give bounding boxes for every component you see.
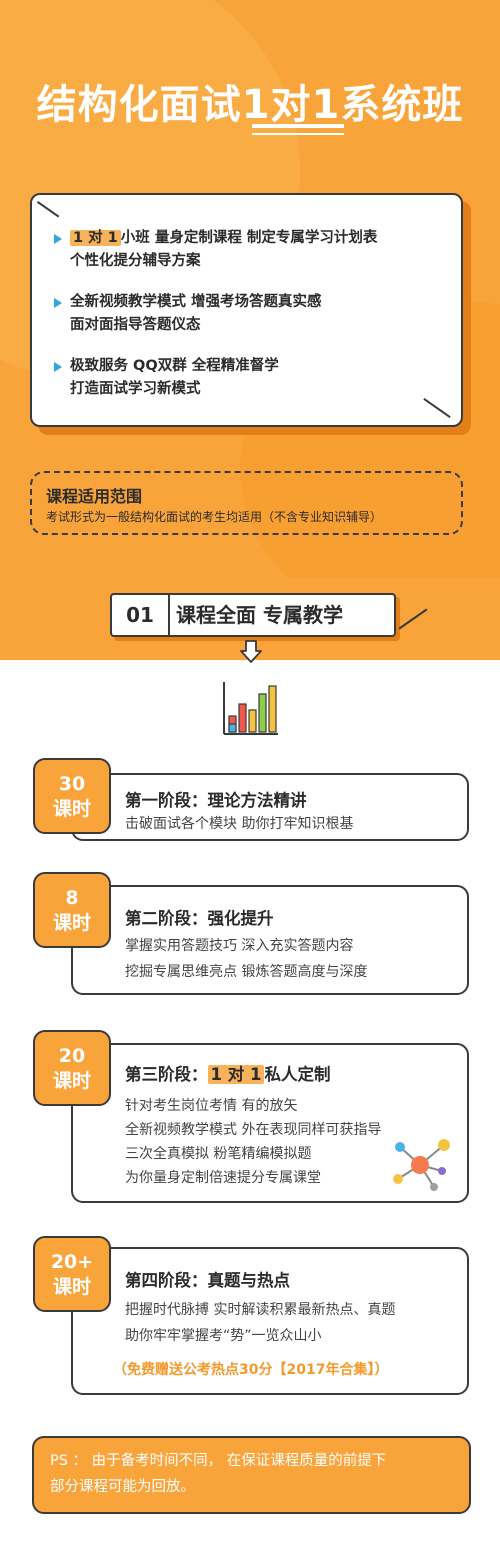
hours-badge: 20+ 课时 <box>33 1236 111 1312</box>
stage-line: 助你牢牢掌握考“势”一览众山小 <box>125 1328 322 1344</box>
hours-value: 20+ <box>50 1251 94 1273</box>
stage-line: 把握时代脉搏 实时解读积累最新热点、真题 <box>125 1302 396 1318</box>
stage-line: 三次全真模拟 粉笔精编模拟题 <box>125 1146 312 1162</box>
ps-line: PS ： 由于备考时间不同， 在保证课程质量的前提下 <box>50 1453 387 1469</box>
feature-line: 个性化提分辅导方案 <box>70 253 201 269</box>
stage-title: 第三阶段： 1 对 1 私人定制 <box>125 1061 330 1085</box>
stage-line: 为你量身定制倍速提分专属课堂 <box>125 1170 321 1186</box>
title-underline <box>252 133 344 135</box>
hours-value: 30 <box>58 773 86 795</box>
bar-chart-icon <box>223 682 278 735</box>
feature-highlight: 1 对 1 <box>70 230 121 246</box>
stage-title: 第二阶段：强化提升 <box>125 909 274 928</box>
scope-text: 考试形式为一般结构化面试的考生均适用（不含专业知识辅导） <box>46 510 383 524</box>
feature-line: 全新视频教学模式 增强考场答题真实感 <box>70 294 322 310</box>
ps-line: 部分课程可能为回放。 <box>50 1479 195 1495</box>
features-card: 1 对 1 小班 量身定制课程 制定专属学习计划表 个性化提分辅导方案 全新视频教… <box>28 193 463 427</box>
feature-text: 小班 量身定制课程 制定专属学习计划表 <box>120 230 378 246</box>
stage-card: 第一阶段：理论方法精讲 击破面试各个模块 助你打牢知识根基 <box>71 773 469 841</box>
hours-badge: 20 课时 <box>33 1030 111 1106</box>
feature-line: 极致服务 QQ双群 全程精准督学 <box>70 358 279 374</box>
stage-line: 击破面试各个模块 助你打牢知识根基 <box>125 816 354 832</box>
stage-title-highlight: 1 对 1 <box>207 1065 265 1084</box>
scope-box: 课程适用范围 考试形式为一般结构化面试的考生均适用（不含专业知识辅导） <box>30 471 463 535</box>
decor-corner <box>28 201 60 230</box>
stage-title-prefix: 第三阶段： <box>125 1065 208 1084</box>
triangle-bullet-icon <box>54 234 62 244</box>
feature-line: 面对面指导答题仪态 <box>70 317 201 333</box>
title-underline <box>252 124 344 128</box>
stage-card: 第二阶段：强化提升 掌握实用答题技巧 深入充实答题内容 挖掘专属思维亮点 锻炼答… <box>71 885 469 995</box>
hours-badge: 8 课时 <box>33 872 111 948</box>
feature-item: 全新视频教学模式 增强考场答题真实感 面对面指导答题仪态 <box>54 291 322 337</box>
hours-unit: 课时 <box>52 798 91 820</box>
molecule-icon <box>393 1139 450 1191</box>
stage-title: 第四阶段：真题与热点 <box>125 1271 290 1290</box>
gift-note: （免费赠送公考热点30分【2017年合集】） <box>113 1362 389 1378</box>
scope-heading: 课程适用范围 <box>46 487 143 506</box>
section-label: 课程全面 专属教学 <box>176 603 343 627</box>
hours-unit: 课时 <box>52 1070 91 1092</box>
hours-unit: 课时 <box>52 912 91 934</box>
triangle-bullet-icon <box>54 298 62 308</box>
hours-value: 20 <box>58 1045 86 1067</box>
stage-line: 挖掘专属思维亮点 锻炼答题高度与深度 <box>125 964 368 980</box>
feature-line: 打造面试学习新模式 <box>70 381 201 397</box>
triangle-bullet-icon <box>54 362 62 372</box>
decor-corner <box>423 398 451 418</box>
feature-item: 极致服务 QQ双群 全程精准督学 打造面试学习新模式 <box>54 355 279 401</box>
feature-item: 1 对 1 小班 量身定制课程 制定专属学习计划表 个性化提分辅导方案 <box>54 227 377 273</box>
stage-title-suffix: 私人定制 <box>264 1065 331 1084</box>
hours-badge: 30 课时 <box>33 758 111 834</box>
stage-card: 第四阶段：真题与热点 把握时代脉搏 实时解读积累最新热点、真题 助你牢牢掌握考“… <box>71 1247 469 1395</box>
stage-line: 掌握实用答题技巧 深入充实答题内容 <box>125 938 354 954</box>
stage-line: 针对考生岗位考情 有的放矢 <box>125 1098 298 1114</box>
stage-line: 全新视频教学模式 外在表现同样可获指导 <box>125 1122 382 1138</box>
hours-value: 8 <box>65 887 79 909</box>
arrow-down-icon <box>240 640 262 663</box>
page-title: 结构化面试1对1系统班 <box>36 82 464 128</box>
section-header: 01 课程全面 专属教学 <box>110 593 396 637</box>
feature-line: 1 对 1 小班 量身定制课程 制定专属学习计划表 <box>54 227 377 250</box>
stage-title: 第一阶段：理论方法精讲 <box>125 791 307 810</box>
section-number: 01 <box>112 595 170 635</box>
ps-note: PS ： 由于备考时间不同， 在保证课程质量的前提下 部分课程可能为回放。 <box>32 1436 471 1514</box>
hours-unit: 课时 <box>52 1276 91 1298</box>
